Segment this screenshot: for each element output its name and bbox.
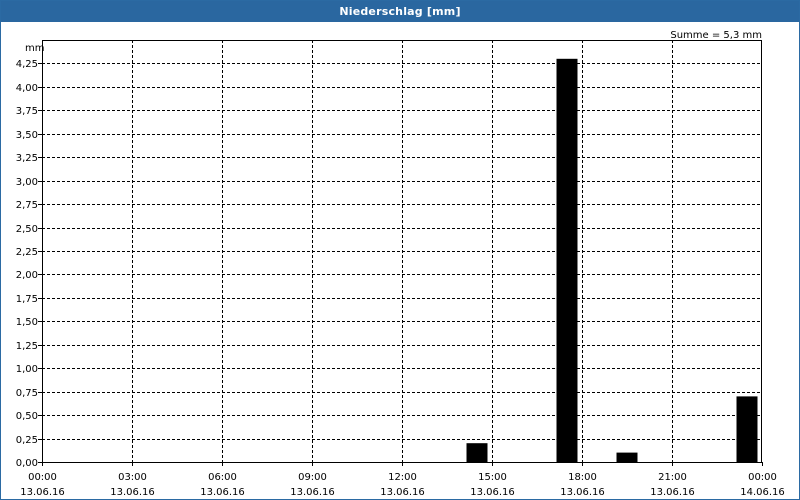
x-tick-label-date: 13.06.16 xyxy=(380,487,425,498)
x-tick-label-date: 14.06.16 xyxy=(740,487,785,498)
y-tick-label: 2,75 xyxy=(16,200,38,211)
y-tick-label: 2,50 xyxy=(16,224,38,235)
precipitation-bar xyxy=(466,443,488,462)
precipitation-bar xyxy=(736,396,758,462)
y-tick-label: 4,00 xyxy=(16,83,38,94)
y-tick-label: 1,25 xyxy=(16,341,38,352)
bars xyxy=(466,58,758,463)
x-tick-label-date: 13.06.16 xyxy=(560,487,605,498)
y-tick-label: 3,00 xyxy=(16,177,38,188)
x-tick-label-time: 06:00 xyxy=(208,472,237,483)
y-tick-label: 0,50 xyxy=(16,411,38,422)
axes xyxy=(38,40,763,466)
sum-annotation: Summe = 5,3 mm xyxy=(670,30,762,41)
x-tick-label-time: 03:00 xyxy=(118,472,147,483)
y-tick-label: 3,50 xyxy=(16,130,38,141)
x-tick-labels: 00:00 13.06.16 03:00 13.06.16 06:00 13.06.16 0… xyxy=(20,472,785,498)
y-tick-label: 3,25 xyxy=(16,153,38,164)
x-tick-label-time: 18:00 xyxy=(568,472,597,483)
y-tick-label: 0,25 xyxy=(16,435,38,446)
y-tick-label: 2,25 xyxy=(16,247,38,258)
x-tick-label-date: 13.06.16 xyxy=(290,487,335,498)
precipitation-bar xyxy=(616,452,638,462)
chart-window: Niederschlag [mm] 0,00 0,25 0,50 0,75 1,00 1,… xyxy=(0,0,800,500)
x-tick-label-time: 15:00 xyxy=(478,472,507,483)
y-tick-label: 2,00 xyxy=(16,270,38,281)
y-tick-label: 1,50 xyxy=(16,317,38,328)
precipitation-chart: 0,00 0,25 0,50 0,75 1,00 1,25 1,50 1,75 2,00 2,25… xyxy=(16,30,785,498)
grid-lines xyxy=(42,40,762,462)
y-tick-label: 0,75 xyxy=(16,388,38,399)
x-tick-label-time: 09:00 xyxy=(298,472,327,483)
y-axis-unit: mm xyxy=(25,43,44,54)
x-tick-label-time: 00:00 xyxy=(28,472,57,483)
y-tick-label: 0,00 xyxy=(16,458,38,469)
x-tick-label-date: 13.06.16 xyxy=(110,487,155,498)
y-tick-label: 1,00 xyxy=(16,364,38,375)
x-tick-label-time: 12:00 xyxy=(388,472,417,483)
y-tick-label: 4,25 xyxy=(16,59,38,70)
chart-title: Niederschlag [mm] xyxy=(1,1,799,22)
x-tick-label-date: 13.06.16 xyxy=(200,487,245,498)
x-tick-label-time: 00:00 xyxy=(748,472,777,483)
x-tick-label-date: 13.06.16 xyxy=(470,487,515,498)
y-tick-label: 3,75 xyxy=(16,106,38,117)
y-tick-label: 1,75 xyxy=(16,294,38,305)
x-tick-label-time: 21:00 xyxy=(658,472,687,483)
precipitation-bar xyxy=(556,58,578,463)
x-tick-label-date: 13.06.16 xyxy=(20,487,65,498)
y-tick-labels: 0,00 0,25 0,50 0,75 1,00 1,25 1,50 1,75 2,00 2,25… xyxy=(16,59,38,469)
x-tick-label-date: 13.06.16 xyxy=(650,487,695,498)
